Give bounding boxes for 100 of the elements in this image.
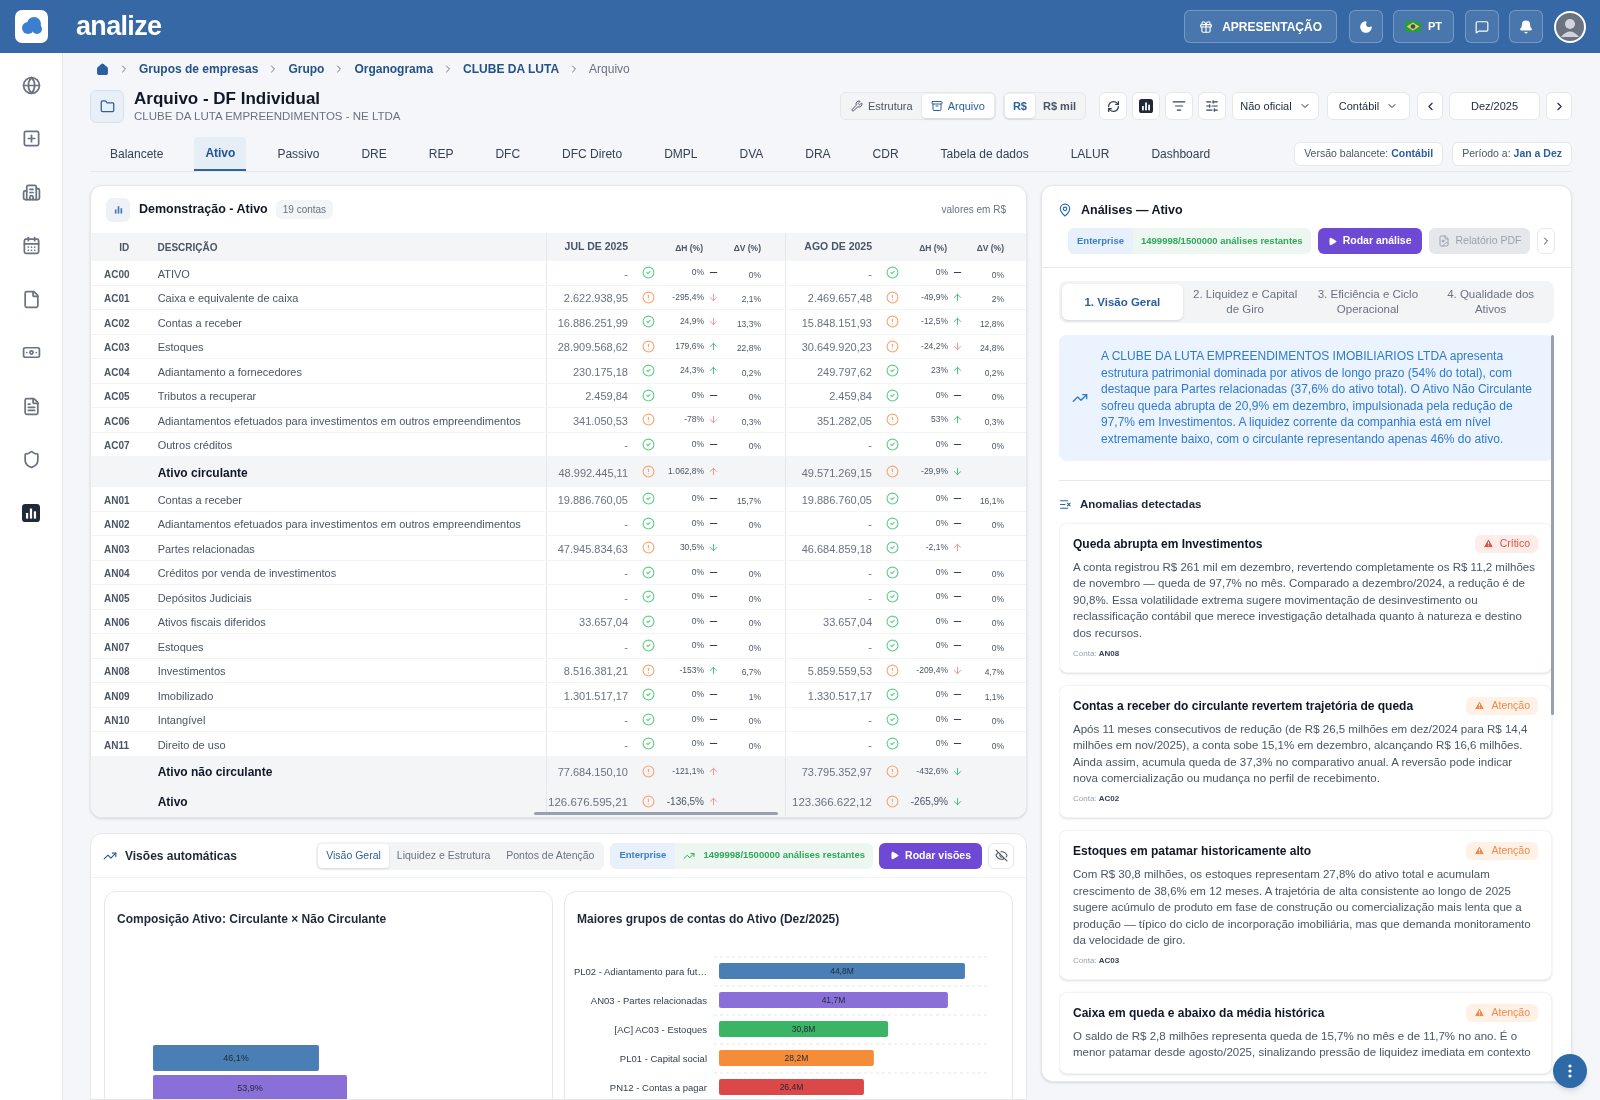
period-field[interactable]: Dez/2025 (1449, 92, 1540, 120)
tab[interactable]: Dashboard (1140, 137, 1222, 171)
breadcrumb-link[interactable]: Grupo (288, 60, 325, 78)
run-button[interactable]: Rodar visões (879, 842, 982, 869)
more-button[interactable] (1553, 1054, 1587, 1088)
account-code: AC05 (104, 391, 130, 403)
globe-icon (21, 75, 41, 95)
account-name: Investimentos (157, 665, 226, 678)
change-value: 0% (935, 388, 948, 402)
settings-button[interactable] (1198, 92, 1226, 120)
tab[interactable]: REP (417, 137, 465, 171)
status-dropdown[interactable]: Não oficial (1232, 92, 1319, 120)
change-value: 30,5% (679, 541, 704, 555)
tab[interactable]: Tabela de dados (929, 137, 1040, 171)
account-code: AN01 (104, 494, 130, 506)
scrollbar[interactable] (1551, 335, 1554, 715)
analysis-tab[interactable]: 4. Qualidade dos Ativos (1430, 284, 1551, 320)
tab[interactable]: DRE (350, 137, 398, 171)
scrollbar[interactable] (534, 812, 778, 815)
account-code: AN10 (104, 715, 130, 727)
change-value: -295,4% (672, 290, 704, 304)
amount: 249.797,62 (816, 365, 872, 378)
change-value: 0% (691, 688, 704, 702)
view-mode-option[interactable]: Arquivo (921, 94, 994, 118)
share-value: 0% (991, 642, 1004, 653)
account-reference: Conta: AC02 (1073, 792, 1121, 805)
notifications-button[interactable] (1509, 10, 1543, 43)
view-tab[interactable]: Liquidez e Estrutura (388, 843, 499, 868)
data-label: 28,2M (784, 1053, 809, 1063)
account-name: Outros créditos (157, 439, 233, 452)
share-value: 0% (748, 269, 761, 280)
change-value: 23% (931, 364, 948, 378)
avatar[interactable] (1554, 10, 1586, 43)
change-value: 0% (935, 437, 948, 451)
share-value: 0% (748, 569, 761, 580)
view-tab[interactable]: Pontos de Atenção (498, 843, 603, 868)
share-value: 2,1% (741, 294, 761, 305)
share-value: 0% (991, 593, 1004, 604)
tab[interactable]: Ativo (194, 137, 247, 171)
analysis-tab[interactable]: 3. Eficiência e Ciclo Operacional (1307, 284, 1429, 320)
share-value: 0% (991, 716, 1004, 727)
tab[interactable]: DFC (484, 137, 532, 171)
category-label: PL01 - Capital social (619, 1052, 707, 1064)
view-mode-option[interactable]: Estrutura (842, 94, 922, 118)
view-tab[interactable]: Visão Geral (318, 843, 389, 868)
hide-button[interactable] (988, 842, 1014, 869)
severity-label: Atenção (1491, 1005, 1530, 1020)
account-code: AN03 (104, 543, 130, 555)
account-code: AC01 (104, 293, 130, 305)
amount: - (868, 267, 872, 280)
home-icon[interactable] (96, 62, 109, 76)
breadcrumb-link[interactable]: CLUBE DA LUTA (463, 60, 560, 78)
amount: - (624, 738, 628, 751)
tab[interactable]: Passivo (266, 137, 331, 171)
card-title: Demonstração - Ativo (139, 201, 268, 219)
account-name: Adiantamentos efetuados para investimentos em outros empreendimentos (157, 414, 521, 427)
shield-icon (21, 450, 41, 469)
unit-option[interactable]: R$ mil (1035, 94, 1084, 118)
tab[interactable]: DVA (728, 137, 775, 171)
change-value: 1.062,8% (668, 465, 704, 478)
filter-chip[interactable]: Período a: Jan a Dez (1452, 142, 1572, 166)
tab[interactable]: DFC Direto (551, 137, 634, 171)
unit-option[interactable]: R$ (1004, 94, 1035, 118)
change-value: 0% (935, 614, 948, 628)
tab[interactable]: Balancete (99, 137, 175, 171)
breadcrumb-link[interactable]: Organograma (354, 60, 434, 78)
share-value: 0% (991, 740, 1004, 751)
tab[interactable]: LALUR (1059, 137, 1121, 171)
filter-chip[interactable]: Versão balancete: Contábil (1294, 142, 1444, 166)
brand-logo: analize (76, 13, 162, 40)
amount: 33.657,04 (823, 616, 872, 629)
presentation-button[interactable]: APRESENTAÇÃO (1184, 10, 1337, 43)
tab[interactable]: CDR (861, 137, 910, 171)
category-label: PL02 - Adiantamento para fut… (573, 965, 707, 977)
chat-button[interactable] (1465, 10, 1499, 43)
refresh-button[interactable] (1099, 92, 1127, 120)
currency-note: valores em R$ (941, 203, 1006, 217)
tab[interactable]: DRA (794, 137, 842, 171)
amount: 15.848.151,93 (801, 316, 872, 329)
amount: 1.330.517,17 (807, 689, 872, 702)
calendar-icon (21, 236, 41, 255)
language-button[interactable]: PT (1393, 10, 1454, 43)
tab[interactable]: DMPL (653, 137, 709, 171)
filter-button[interactable] (1165, 92, 1193, 120)
analysis-tab[interactable]: 1. Visão Geral (1062, 284, 1183, 320)
breadcrumb-link[interactable]: Grupos de empresas (139, 60, 259, 78)
share-value: 0,3% (984, 416, 1004, 427)
change-value: 0% (935, 565, 948, 579)
anomaly-text: A conta registrou R$ 261 mil em dezembro, revertendo completamente os R$ 11,2 milhões de novembro — queda de 97,7% no mês. Comparado a dezembro/2024, a redução é de 90,8%. Essa volatilidade extrema sugere movimentação de desinvestimento ou reclassificação contábil que merece investigação detalhada quanto à natureza e destino dos recursos. (1073, 559, 1536, 641)
analysis-tab[interactable]: 2. Liquidez e Capital de Giro (1184, 284, 1306, 320)
account-name: Partes relacionadas (157, 542, 255, 555)
change-value: 0% (935, 639, 948, 653)
account-code: AC00 (104, 268, 130, 280)
basis-dropdown[interactable]: Contábil (1327, 92, 1410, 120)
change-value: 24,3% (679, 364, 704, 378)
amount: 30.649.920,23 (801, 341, 872, 354)
share-value: 0% (991, 269, 1004, 280)
theme-toggle[interactable] (1349, 10, 1383, 43)
run-analysis-button[interactable]: Rodar análise (1317, 228, 1422, 254)
chart-button[interactable] (1132, 92, 1160, 120)
